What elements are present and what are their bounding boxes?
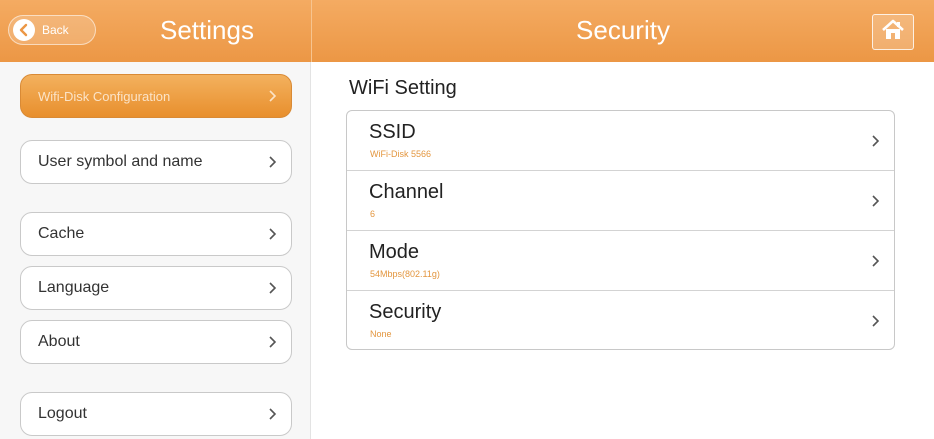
wifi-row-ssid[interactable]: SSID WiFi-Disk 5566 — [347, 111, 894, 171]
chevron-right-icon — [268, 321, 277, 363]
row-value: WiFi-Disk 5566 — [370, 149, 432, 159]
wifi-row-channel[interactable]: Channel 6 — [347, 171, 894, 231]
sidebar-item-label: Logout — [38, 405, 87, 422]
sidebar-item-logout[interactable]: Logout — [20, 392, 292, 436]
sidebar-item-wifi-disk-configuration[interactable]: Wifi-Disk Configuration — [20, 74, 292, 118]
row-value: 54Mbps(802.11g) — [370, 269, 440, 279]
chevron-right-icon — [268, 393, 277, 435]
chevron-right-icon — [871, 231, 880, 291]
wifi-settings-panel: SSID WiFi-Disk 5566 Channel 6 Mode 54Mbp… — [346, 110, 895, 350]
sidebar-item-language[interactable]: Language — [20, 266, 292, 310]
home-button[interactable] — [872, 14, 914, 50]
row-label: Mode — [369, 241, 420, 263]
sidebar-item-label: User symbol and name — [38, 153, 203, 170]
chevron-right-icon — [268, 75, 277, 117]
sidebar-item-cache[interactable]: Cache — [20, 212, 292, 256]
chevron-right-icon — [268, 213, 277, 255]
sidebar-item-user-symbol-and-name[interactable]: User symbol and name — [20, 140, 292, 184]
sidebar-item-about[interactable]: About — [20, 320, 292, 364]
page-title: Security — [576, 15, 670, 45]
chevron-right-icon — [871, 291, 880, 351]
settings-title: Settings — [160, 15, 254, 45]
chevron-right-icon — [871, 111, 880, 171]
wifi-row-security[interactable]: Security None — [347, 291, 894, 351]
chevron-right-icon — [268, 141, 277, 183]
back-arrow-icon — [13, 19, 35, 41]
section-title: WiFi Setting — [349, 77, 457, 99]
row-label: Channel — [369, 181, 444, 203]
chevron-right-icon — [871, 171, 880, 231]
row-value: 6 — [370, 209, 376, 219]
back-button[interactable]: Back — [8, 15, 96, 45]
row-value: None — [370, 329, 392, 339]
home-icon — [881, 19, 905, 46]
sidebar-item-label: About — [38, 333, 80, 350]
wifi-row-mode[interactable]: Mode 54Mbps(802.11g) — [347, 231, 894, 291]
sidebar-item-label: Language — [38, 279, 110, 296]
chevron-right-icon — [268, 267, 277, 309]
back-label: Back — [42, 23, 69, 37]
sidebar-item-label: Wifi-Disk Configuration — [38, 88, 171, 104]
sidebar-item-label: Cache — [38, 225, 85, 242]
row-label: SSID — [369, 121, 416, 143]
sidebar: Wifi-Disk Configuration User symbol and … — [0, 62, 311, 439]
row-label: Security — [369, 301, 442, 323]
top-bar: Back Settings Security — [0, 0, 934, 62]
